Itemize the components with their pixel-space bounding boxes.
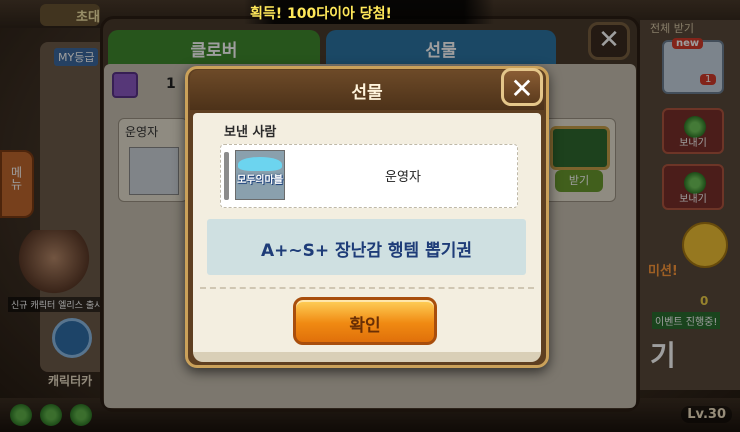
announcement-banner: 획득! 100다이아 당첨!	[244, 0, 494, 24]
sender-logo: 모두의마블	[235, 150, 285, 200]
confirm-button[interactable]: 확인	[293, 297, 437, 345]
close-icon: ✕	[510, 72, 534, 105]
sender-name: 운영자	[385, 170, 421, 185]
sender-label: 보낸 사람	[224, 125, 277, 140]
logo-decoration	[238, 157, 282, 171]
sender-scrollbar	[224, 152, 229, 200]
divider	[200, 287, 534, 289]
popup-close-button[interactable]: ✕	[501, 68, 543, 106]
popup-bottom-edge	[193, 352, 541, 362]
popup-title: 선물	[351, 83, 383, 103]
item-name: A+~S+ 장난감 행템 뽑기권	[260, 241, 472, 261]
